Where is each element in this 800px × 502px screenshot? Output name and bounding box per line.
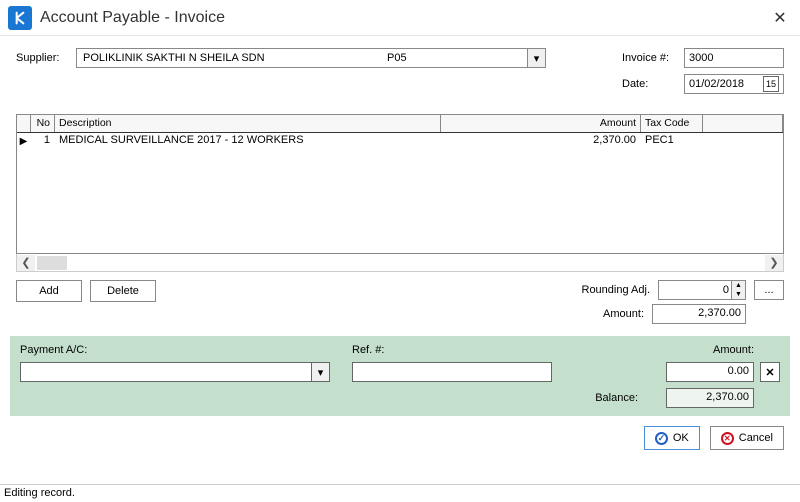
- check-icon: [655, 432, 668, 445]
- pay-amount-label: Amount:: [713, 344, 754, 356]
- horizontal-scrollbar[interactable]: ❮ ❯: [16, 254, 784, 272]
- app-icon: [8, 6, 32, 30]
- col-no[interactable]: No: [31, 115, 55, 132]
- pay-amount-field[interactable]: 0.00: [666, 362, 754, 382]
- rounding-adj-field[interactable]: 0 ▲ ▼: [658, 280, 746, 300]
- col-description[interactable]: Description: [55, 115, 441, 132]
- col-tax-code[interactable]: Tax Code: [641, 115, 703, 132]
- calendar-icon[interactable]: 15: [763, 76, 779, 92]
- supplier-combo[interactable]: POLIKLINIK SAKTHI N SHEILA SDN P05 ▾: [76, 48, 546, 68]
- date-field[interactable]: 01/02/2018 15: [684, 74, 784, 94]
- payment-ac-combo[interactable]: ▾: [20, 362, 330, 382]
- window-title: Account Payable - Invoice: [40, 9, 760, 27]
- close-icon[interactable]: ✕: [760, 0, 800, 36]
- line-items-grid: No Description Amount Tax Code ▶ 1 MEDIC…: [16, 114, 784, 254]
- ref-no-label: Ref. #:: [352, 344, 396, 356]
- invoice-no-label: Invoice #:: [622, 52, 684, 64]
- chevron-down-icon[interactable]: ▾: [527, 49, 545, 67]
- spin-down-icon[interactable]: ▼: [731, 290, 745, 299]
- balance-label: Balance:: [595, 392, 638, 404]
- header-form: Supplier: POLIKLINIK SAKTHI N SHEILA SDN…: [0, 36, 800, 106]
- amount-label: Amount:: [603, 308, 644, 320]
- invoice-no-field[interactable]: 3000: [684, 48, 784, 68]
- scroll-right-icon[interactable]: ❯: [765, 255, 783, 271]
- clear-payment-button[interactable]: ✕: [760, 362, 780, 382]
- date-label: Date:: [622, 78, 684, 90]
- supplier-name: POLIKLINIK SAKTHI N SHEILA SDN: [77, 52, 387, 64]
- dialog-buttons: OK Cancel: [0, 416, 800, 460]
- payment-ac-label: Payment A/C:: [20, 344, 98, 356]
- ellipsis-button[interactable]: ...: [754, 280, 784, 300]
- supplier-label: Supplier:: [16, 52, 76, 64]
- delete-button[interactable]: Delete: [90, 280, 156, 302]
- status-bar: Editing record.: [0, 484, 800, 502]
- rounding-adj-label: Rounding Adj.: [582, 284, 651, 296]
- ref-no-field[interactable]: [352, 362, 552, 382]
- scroll-left-icon[interactable]: ❮: [17, 255, 35, 271]
- chevron-down-icon[interactable]: ▾: [311, 363, 329, 381]
- balance-field: 2,370.00: [666, 388, 754, 408]
- col-amount[interactable]: Amount: [441, 115, 641, 132]
- amount-total-field: 2,370.00: [652, 304, 746, 324]
- totals-area: Add Delete Rounding Adj. 0 ▲ ▼ ... Amoun…: [0, 272, 800, 330]
- table-row[interactable]: ▶ 1 MEDICAL SURVEILLANCE 2017 - 12 WORKE…: [17, 133, 783, 149]
- row-indicator-icon: ▶: [20, 136, 28, 147]
- cancel-icon: [721, 432, 734, 445]
- scroll-thumb[interactable]: [37, 256, 67, 270]
- add-button[interactable]: Add: [16, 280, 82, 302]
- cancel-button[interactable]: Cancel: [710, 426, 784, 450]
- spin-up-icon[interactable]: ▲: [731, 281, 745, 290]
- payment-panel: Payment A/C: Ref. #: Amount: ▾ 0.00 ✕ Ba…: [10, 336, 790, 416]
- ok-button[interactable]: OK: [644, 426, 700, 450]
- title-bar: Account Payable - Invoice ✕: [0, 0, 800, 36]
- supplier-code: P05: [387, 52, 527, 64]
- grid-header: No Description Amount Tax Code: [17, 115, 783, 133]
